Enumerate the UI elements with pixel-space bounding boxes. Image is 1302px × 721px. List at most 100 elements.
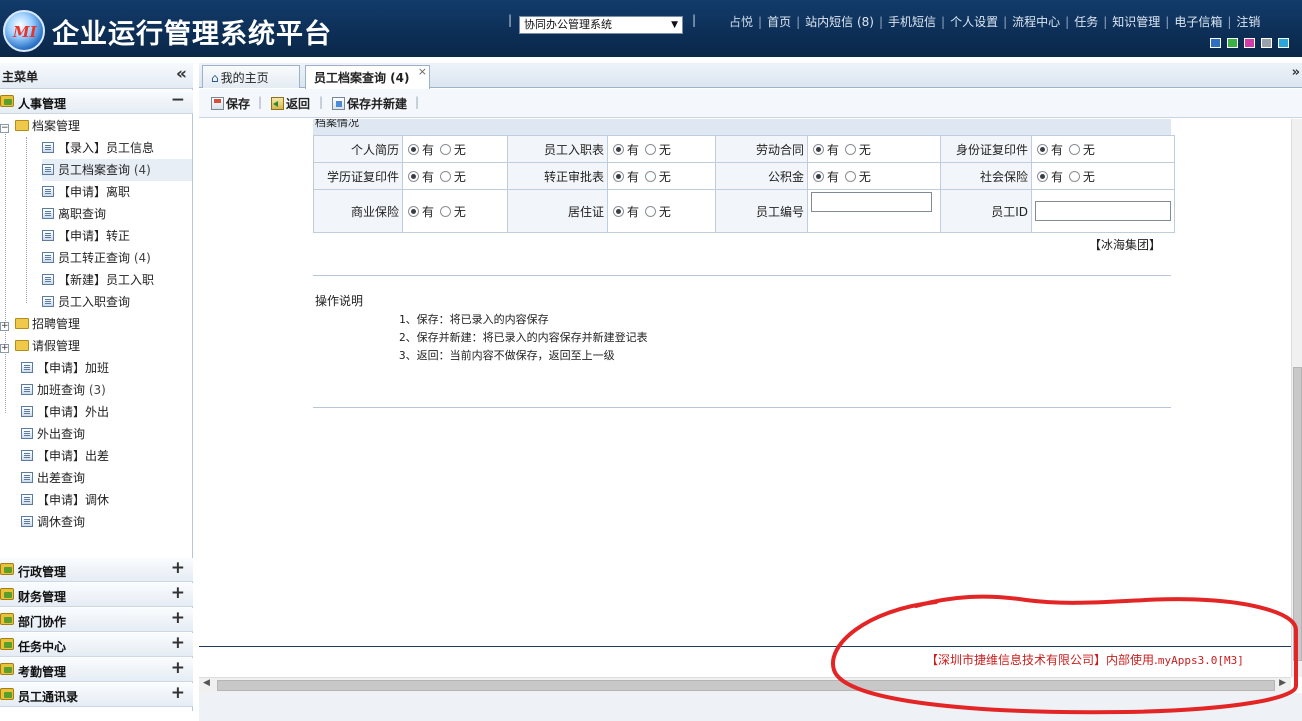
radio-yes[interactable] bbox=[408, 170, 419, 182]
tree-folder-leave[interactable]: + 请假管理 bbox=[0, 335, 80, 357]
sidebar-item-regular-query[interactable]: 员工转正查询 (4) bbox=[42, 247, 151, 269]
radio-group: 有 无 bbox=[607, 189, 716, 233]
radio-no[interactable] bbox=[439, 205, 451, 217]
theme-swatch-gray[interactable] bbox=[1261, 38, 1272, 48]
sidebar-item-new-hire[interactable]: 【新建】员工入职 bbox=[42, 269, 154, 291]
nav-tasks[interactable]: 任务 bbox=[1074, 15, 1098, 29]
collapse-icon[interactable]: − bbox=[171, 90, 185, 110]
nav-home[interactable]: 首页 bbox=[767, 15, 791, 29]
theme-swatch-cyan[interactable] bbox=[1278, 38, 1289, 48]
category-label: 人事管理 bbox=[18, 97, 67, 111]
expand-icon[interactable]: + bbox=[171, 583, 185, 603]
collapse-icon[interactable]: − bbox=[0, 124, 9, 133]
category-hr[interactable]: 人事管理 − bbox=[0, 90, 193, 114]
category-dept[interactable]: 部门协作 + bbox=[0, 608, 193, 632]
expand-icon[interactable]: + bbox=[0, 322, 9, 331]
radio-no[interactable] bbox=[644, 170, 656, 182]
horizontal-scrollbar[interactable]: ◀ ▶ bbox=[199, 677, 1291, 693]
sidebar-item-compoff-query[interactable]: 调休查询 bbox=[21, 511, 85, 533]
nav-knowledge[interactable]: 知识管理 bbox=[1112, 15, 1160, 29]
current-user: 占悦 bbox=[729, 15, 754, 29]
collapse-sidebar-icon[interactable]: « bbox=[176, 64, 187, 84]
radio-yes[interactable] bbox=[813, 170, 824, 182]
category-admin[interactable]: 行政管理 + bbox=[0, 558, 193, 582]
radio-yes[interactable] bbox=[1037, 143, 1048, 155]
radio-no[interactable] bbox=[439, 170, 451, 182]
radio-label: 有 bbox=[627, 169, 640, 184]
theme-swatch-green[interactable] bbox=[1227, 38, 1238, 48]
theme-swatch-magenta[interactable] bbox=[1244, 38, 1255, 48]
radio-yes[interactable] bbox=[613, 205, 624, 217]
radio-yes[interactable] bbox=[613, 170, 624, 182]
expand-icon[interactable]: + bbox=[171, 633, 185, 653]
save-button[interactable]: 保存 bbox=[211, 95, 250, 112]
tab-scroll-icon[interactable]: » bbox=[1292, 65, 1300, 80]
system-select-value: 协同办公管理系统 bbox=[524, 18, 612, 31]
nav-workflow-center[interactable]: 流程中心 bbox=[1012, 15, 1060, 29]
sidebar-item-overtime-apply[interactable]: 【申请】加班 bbox=[21, 357, 109, 379]
category-task[interactable]: 任务中心 + bbox=[0, 633, 193, 657]
radio-no[interactable] bbox=[844, 170, 856, 182]
expand-icon[interactable]: + bbox=[171, 658, 185, 678]
radio-no[interactable] bbox=[439, 143, 451, 155]
sidebar-item-overtime-query[interactable]: 加班查询 (3) bbox=[21, 379, 106, 401]
nav-personal-settings[interactable]: 个人设置 bbox=[950, 15, 998, 29]
tree-folder-label: 请假管理 bbox=[32, 339, 81, 353]
sidebar-item-trip-apply[interactable]: 【申请】出差 bbox=[21, 445, 109, 467]
radio-no[interactable] bbox=[1068, 143, 1080, 155]
tree-folder-archive[interactable]: − 档案管理 bbox=[0, 115, 80, 137]
sidebar-item-outing-apply[interactable]: 【申请】外出 bbox=[21, 401, 109, 423]
radio-yes[interactable] bbox=[408, 143, 419, 155]
theme-swatch-blue[interactable] bbox=[1210, 38, 1221, 48]
scrollbar-thumb[interactable] bbox=[217, 680, 1275, 691]
save-and-new-button[interactable]: 保存并新建 bbox=[332, 95, 407, 112]
scrollbar-thumb[interactable] bbox=[1293, 367, 1302, 661]
expand-icon[interactable]: + bbox=[171, 558, 185, 578]
radio-yes[interactable] bbox=[613, 143, 624, 155]
item-label: 员工档案查询 bbox=[58, 163, 131, 177]
nav-email[interactable]: 电子信箱 bbox=[1174, 15, 1222, 29]
category-attendance[interactable]: 考勤管理 + bbox=[0, 658, 193, 682]
radio-yes[interactable] bbox=[1037, 170, 1048, 182]
scroll-right-icon[interactable]: ▶ bbox=[1279, 678, 1286, 688]
radio-no[interactable] bbox=[844, 143, 856, 155]
nav-sms[interactable]: 手机短信 bbox=[888, 15, 936, 29]
radio-no[interactable] bbox=[644, 205, 656, 217]
sidebar-item-hire-query[interactable]: 员工入职查询 bbox=[42, 291, 130, 313]
item-label: 员工入职查询 bbox=[58, 295, 131, 309]
tab-home[interactable]: ⌂ 我的主页 bbox=[202, 65, 300, 88]
close-icon[interactable]: × bbox=[418, 65, 427, 78]
system-select[interactable]: 协同办公管理系统 ▼ bbox=[519, 16, 683, 34]
sidebar-item-resign-apply[interactable]: 【申请】离职 bbox=[42, 181, 130, 203]
category-label: 行政管理 bbox=[18, 565, 67, 579]
button-label: 保存并新建 bbox=[347, 97, 408, 111]
sidebar-item-employee-entry[interactable]: 【录入】员工信息 bbox=[42, 137, 154, 159]
sidebar-item-regular-apply[interactable]: 【申请】转正 bbox=[42, 225, 130, 247]
vertical-scrollbar[interactable] bbox=[1291, 119, 1302, 677]
radio-yes[interactable] bbox=[408, 205, 419, 217]
sidebar-item-trip-query[interactable]: 出差查询 bbox=[21, 467, 85, 489]
radio-no[interactable] bbox=[644, 143, 656, 155]
sidebar-item-resign-query[interactable]: 离职查询 bbox=[42, 203, 106, 225]
sidebar-item-archive-query[interactable]: 员工档案查询 (4) bbox=[42, 159, 192, 181]
sidebar-item-outing-query[interactable]: 外出查询 bbox=[21, 423, 85, 445]
tree-folder-recruit[interactable]: + 招聘管理 bbox=[0, 313, 80, 335]
tab-archive-query[interactable]: 员工档案查询 (4) × bbox=[305, 65, 430, 89]
sidebar-item-compoff-apply[interactable]: 【申请】调休 bbox=[21, 489, 109, 511]
nav-logout[interactable]: 注销 bbox=[1236, 15, 1260, 29]
category-directory[interactable]: 员工通讯录 + bbox=[0, 683, 193, 707]
scroll-left-icon[interactable]: ◀ bbox=[203, 678, 210, 688]
radio-no[interactable] bbox=[1068, 170, 1080, 182]
employee-no-input[interactable] bbox=[811, 192, 932, 212]
expand-icon[interactable]: + bbox=[0, 344, 9, 353]
radio-yes[interactable] bbox=[813, 143, 824, 155]
category-finance[interactable]: 财务管理 + bbox=[0, 583, 193, 607]
employee-id-input[interactable] bbox=[1035, 201, 1171, 221]
nav-internal-messages[interactable]: 站内短信 (8) bbox=[805, 15, 874, 29]
back-button[interactable]: 返回 bbox=[271, 95, 310, 112]
expand-icon[interactable]: + bbox=[171, 683, 185, 703]
save-icon bbox=[211, 97, 224, 110]
tree-folder-label: 招聘管理 bbox=[32, 317, 81, 331]
expand-icon[interactable]: + bbox=[171, 608, 185, 628]
radio-label: 无 bbox=[1082, 142, 1095, 157]
